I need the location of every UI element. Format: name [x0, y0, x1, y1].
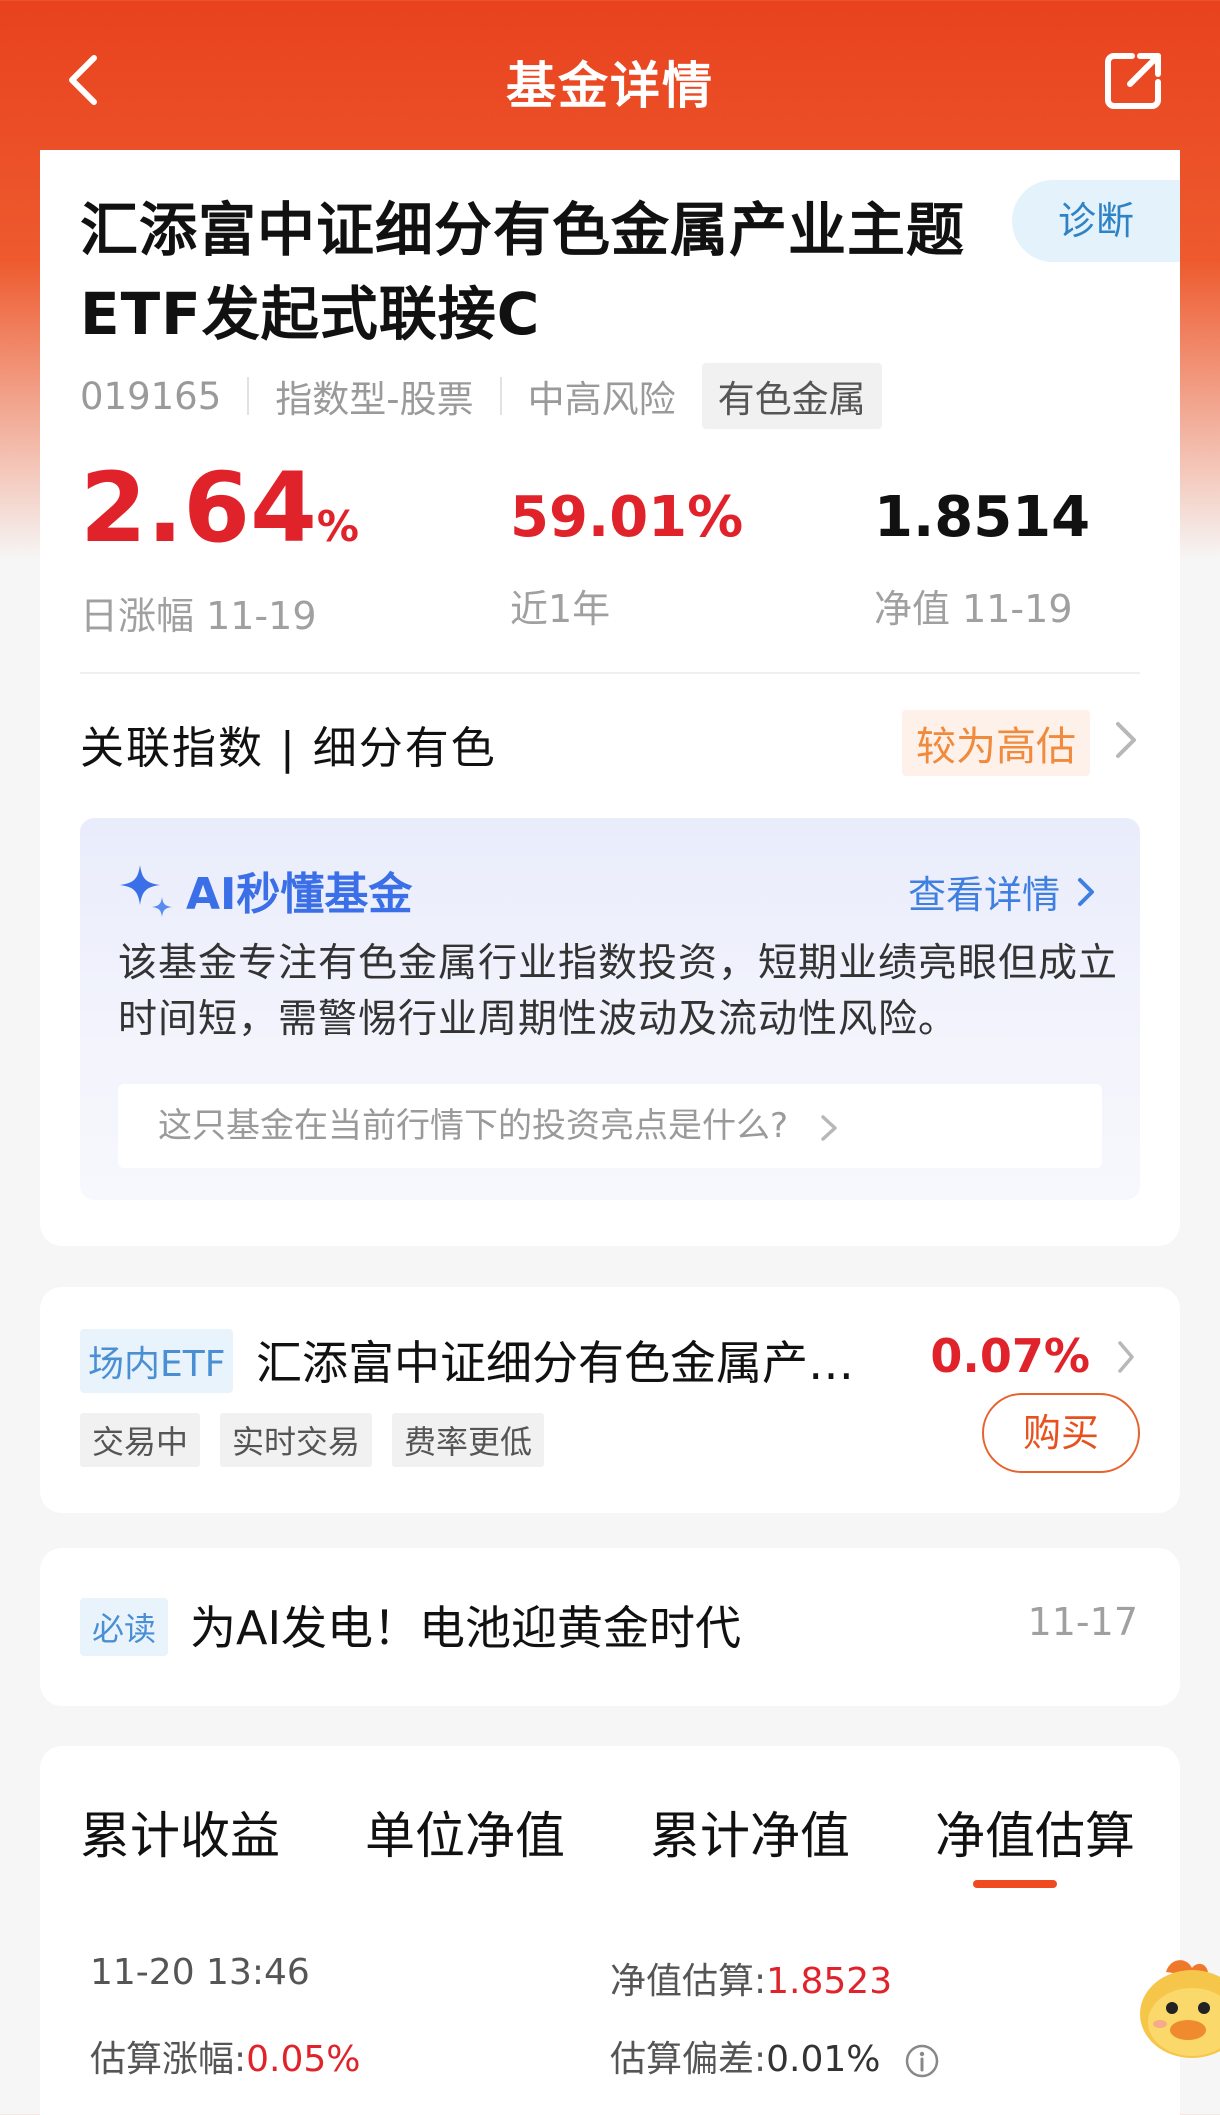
related-index-row[interactable]: 关联指数 | 细分有色 较为高估 [80, 704, 1140, 780]
diagnose-button[interactable]: 诊断 [1012, 180, 1180, 262]
divider [80, 672, 1140, 674]
duck-mascot-icon [1140, 1960, 1220, 2058]
etf-tag: 场内ETF [80, 1329, 234, 1393]
estimate-deviation: 估算偏差:0.01% [610, 2030, 940, 2082]
nav-stat: 1.8514 净值 11-19 [874, 480, 1090, 633]
chevron-right-icon [1116, 722, 1136, 758]
fund-risk: 中高风险 [527, 378, 676, 421]
tab-cumulative-return[interactable]: 累计收益 [80, 1796, 280, 1868]
day-change-value: 2.64% [80, 452, 359, 564]
fund-name: 汇添富中证细分有色金属产业主题ETF发起式联接C [80, 196, 966, 348]
ai-more-label: 查看详情 [907, 873, 1060, 917]
ai-title: AI秒懂基金 [116, 858, 412, 922]
active-tab-indicator [973, 1880, 1057, 1888]
day-change-stat: 2.64% 日涨幅 11-19 [80, 458, 359, 640]
info-icon[interactable] [904, 2043, 940, 2079]
nav-value: 1.8514 [874, 485, 1091, 550]
ai-question-text: 这只基金在当前行情下的投资亮点是什么? [158, 1106, 789, 1146]
etf-feature-tag: 实时交易 [220, 1413, 373, 1467]
ai-summary: 该基金专注有色金属行业指数投资，短期业绩亮眼但成立时间短，需警惕行业周期性波动及… [118, 941, 1119, 1042]
etf-feature-tags: 交易中 实时交易 费率更低 [80, 1413, 564, 1467]
meta-divider [247, 377, 250, 415]
share-external-icon [1105, 53, 1161, 109]
news-tag: 必读 [80, 1598, 169, 1656]
etf-name: 汇添富中证细分有色金属产… [256, 1336, 854, 1390]
year-return-stat: 59.01% 近1年 [510, 480, 743, 633]
day-change-label: 日涨幅 11-19 [80, 594, 317, 638]
tab-unit-nav[interactable]: 单位净值 [365, 1796, 565, 1868]
chevron-right-icon [821, 1114, 837, 1141]
tab-cumulative-nav[interactable]: 累计净值 [650, 1796, 850, 1868]
tab-nav-estimate[interactable]: 净值估算 [935, 1796, 1135, 1868]
fund-code: 019165 [80, 374, 222, 418]
etf-feature-tag: 费率更低 [392, 1413, 545, 1467]
share-button[interactable] [1102, 48, 1166, 112]
chevron-right-icon [1118, 1341, 1134, 1373]
ai-title-text: AI秒懂基金 [186, 869, 413, 920]
estimate-nav: 净值估算:1.8523 [610, 1961, 893, 2002]
etf-change: 0.07% [930, 1329, 1090, 1383]
top-bar: 基金详情 [0, 0, 1220, 150]
news-date: 11-17 [1027, 1600, 1138, 1644]
year-return-value: 59.01% [510, 485, 744, 550]
related-index-label: 关联指数 | 细分有色 [80, 723, 497, 774]
ai-question-button[interactable]: 这只基金在当前行情下的投资亮点是什么? [118, 1084, 1102, 1168]
etf-feature-tag: 交易中 [80, 1413, 201, 1467]
related-etf-card[interactable]: 场内ETF 汇添富中证细分有色金属产… 0.07% 交易中 实时交易 费率更低 … [40, 1287, 1180, 1513]
fund-type: 指数型-股票 [275, 378, 474, 421]
fund-meta-row: 019165 指数型-股票 中高风险 有色金属 [80, 363, 882, 429]
news-title: 为AI发电！电池迎黄金时代 [190, 1601, 742, 1655]
valuation-badge: 较为高估 [902, 710, 1090, 776]
chevron-right-icon [1078, 877, 1094, 906]
buy-button[interactable]: 购买 [982, 1393, 1140, 1473]
assistant-mascot-button[interactable] [1136, 1950, 1220, 2070]
sector-tag[interactable]: 有色金属 [701, 363, 882, 429]
estimate-time: 11-20 13:46 [90, 1952, 310, 1993]
chart-tabs-card: 累计收益 单位净值 累计净值 净值估算 11-20 13:46 净值估算:1.8… [40, 1746, 1180, 2115]
meta-divider [499, 377, 502, 415]
ai-more-link[interactable]: 查看详情 [908, 864, 1100, 919]
news-card[interactable]: 必读 为AI发电！电池迎黄金时代 11-17 [40, 1548, 1180, 1706]
page-title: 基金详情 [506, 57, 714, 115]
fund-summary-card: 汇添富中证细分有色金属产业主题ETF发起式联接C 诊断 019165 指数型-股… [40, 150, 1180, 1246]
nav-label: 净值 11-19 [874, 587, 1073, 631]
year-return-label: 近1年 [510, 587, 611, 631]
ai-insight-box: AI秒懂基金 查看详情 该基金专注有色金属行业指数投资，短期业绩亮眼但成立时间短… [80, 818, 1140, 1200]
sparkle-icon [120, 865, 172, 917]
estimate-change: 估算涨幅:0.05% [90, 2039, 361, 2080]
